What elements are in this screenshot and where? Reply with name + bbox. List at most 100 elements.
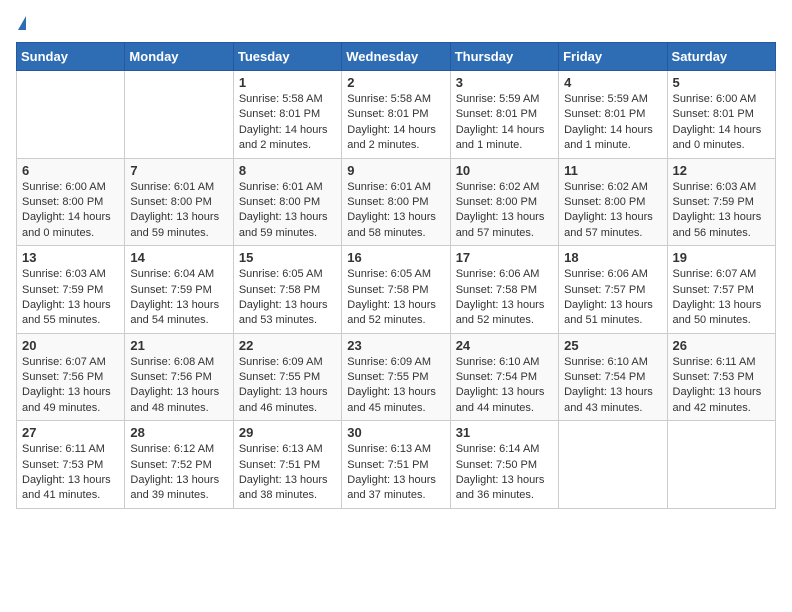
calendar-day-cell: 6Sunrise: 6:00 AM Sunset: 8:00 PM Daylig… bbox=[17, 158, 125, 246]
day-info: Sunrise: 5:58 AM Sunset: 8:01 PM Dayligh… bbox=[347, 92, 444, 154]
day-number: 3 bbox=[456, 75, 553, 90]
day-info: Sunrise: 6:02 AM Sunset: 8:00 PM Dayligh… bbox=[456, 180, 553, 242]
day-info: Sunrise: 6:06 AM Sunset: 7:58 PM Dayligh… bbox=[456, 267, 553, 329]
day-number: 10 bbox=[456, 163, 553, 178]
weekday-header: Monday bbox=[125, 43, 233, 71]
calendar-day-cell: 13 Sunrise: 6:03 AM Sunset: 7:59 PM Dayli… bbox=[17, 246, 125, 334]
day-info: Sunrise: 6:13 AM Sunset: 7:51 PM Dayligh… bbox=[239, 442, 336, 504]
logo bbox=[16, 16, 26, 30]
calendar-day-cell: 30 Sunrise: 6:13 AM Sunset: 7:51 PM Dayli… bbox=[342, 421, 450, 509]
calendar-day-cell: 18 Sunrise: 6:06 AM Sunset: 7:57 PM Dayli… bbox=[559, 246, 667, 334]
day-info: Sunrise: 6:07 AM Sunset: 7:56 PM Dayligh… bbox=[22, 355, 119, 417]
calendar-day-cell: 5 Sunrise: 6:00 AM Sunset: 8:01 PM Daylig… bbox=[667, 71, 775, 159]
calendar-day-cell: 22 Sunrise: 6:09 AM Sunset: 7:55 PM Dayli… bbox=[233, 333, 341, 421]
day-number: 17 bbox=[456, 250, 553, 265]
calendar-day-cell: 24 Sunrise: 6:10 AM Sunset: 7:54 PM Dayli… bbox=[450, 333, 558, 421]
calendar-day-cell: 2 Sunrise: 5:58 AM Sunset: 8:01 PM Daylig… bbox=[342, 71, 450, 159]
day-info: Sunrise: 6:01 AM Sunset: 8:00 PM Dayligh… bbox=[347, 180, 444, 242]
calendar-day-cell: 4Sunrise: 5:59 AM Sunset: 8:01 PM Daylig… bbox=[559, 71, 667, 159]
day-info: Sunrise: 6:08 AM Sunset: 7:56 PM Dayligh… bbox=[130, 355, 227, 417]
day-info: Sunrise: 6:04 AM Sunset: 7:59 PM Dayligh… bbox=[130, 267, 227, 329]
calendar-header-row: SundayMondayTuesdayWednesdayThursdayFrid… bbox=[17, 43, 776, 71]
day-number: 22 bbox=[239, 338, 336, 353]
calendar-day-cell: 8Sunrise: 6:01 AM Sunset: 8:00 PM Daylig… bbox=[233, 158, 341, 246]
day-info: Sunrise: 6:00 AM Sunset: 8:01 PM Dayligh… bbox=[673, 92, 770, 154]
day-info: Sunrise: 6:00 AM Sunset: 8:00 PM Dayligh… bbox=[22, 180, 119, 242]
calendar-day-cell: 10 Sunrise: 6:02 AM Sunset: 8:00 PM Dayli… bbox=[450, 158, 558, 246]
calendar-day-cell: 25Sunrise: 6:10 AM Sunset: 7:54 PM Dayli… bbox=[559, 333, 667, 421]
day-info: Sunrise: 6:01 AM Sunset: 8:00 PM Dayligh… bbox=[239, 180, 336, 242]
day-info: Sunrise: 6:05 AM Sunset: 7:58 PM Dayligh… bbox=[239, 267, 336, 329]
day-info: Sunrise: 6:10 AM Sunset: 7:54 PM Dayligh… bbox=[456, 355, 553, 417]
day-info: Sunrise: 6:12 AM Sunset: 7:52 PM Dayligh… bbox=[130, 442, 227, 504]
weekday-header: Friday bbox=[559, 43, 667, 71]
day-info: Sunrise: 6:06 AM Sunset: 7:57 PM Dayligh… bbox=[564, 267, 661, 329]
calendar-week-row: 27Sunrise: 6:11 AM Sunset: 7:53 PM Dayli… bbox=[17, 421, 776, 509]
day-number: 16 bbox=[347, 250, 444, 265]
calendar-day-cell: 3 Sunrise: 5:59 AM Sunset: 8:01 PM Daylig… bbox=[450, 71, 558, 159]
day-info: Sunrise: 6:03 AM Sunset: 7:59 PM Dayligh… bbox=[673, 180, 770, 242]
calendar-day-cell bbox=[667, 421, 775, 509]
calendar-day-cell bbox=[559, 421, 667, 509]
calendar-day-cell: 14Sunrise: 6:04 AM Sunset: 7:59 PM Dayli… bbox=[125, 246, 233, 334]
calendar-day-cell: 1 Sunrise: 5:58 AM Sunset: 8:01 PM Daylig… bbox=[233, 71, 341, 159]
day-info: Sunrise: 6:11 AM Sunset: 7:53 PM Dayligh… bbox=[673, 355, 770, 417]
day-number: 13 bbox=[22, 250, 119, 265]
day-number: 5 bbox=[673, 75, 770, 90]
calendar-day-cell: 17 Sunrise: 6:06 AM Sunset: 7:58 PM Dayli… bbox=[450, 246, 558, 334]
calendar-day-cell: 21 Sunrise: 6:08 AM Sunset: 7:56 PM Dayli… bbox=[125, 333, 233, 421]
calendar-day-cell: 7 Sunrise: 6:01 AM Sunset: 8:00 PM Daylig… bbox=[125, 158, 233, 246]
day-number: 27 bbox=[22, 425, 119, 440]
calendar-day-cell bbox=[125, 71, 233, 159]
calendar-day-cell: 19 Sunrise: 6:07 AM Sunset: 7:57 PM Dayli… bbox=[667, 246, 775, 334]
day-number: 2 bbox=[347, 75, 444, 90]
day-number: 19 bbox=[673, 250, 770, 265]
day-info: Sunrise: 6:07 AM Sunset: 7:57 PM Dayligh… bbox=[673, 267, 770, 329]
day-info: Sunrise: 5:59 AM Sunset: 8:01 PM Dayligh… bbox=[564, 92, 661, 154]
day-number: 23 bbox=[347, 338, 444, 353]
day-number: 21 bbox=[130, 338, 227, 353]
calendar-day-cell: 12 Sunrise: 6:03 AM Sunset: 7:59 PM Dayli… bbox=[667, 158, 775, 246]
page-header bbox=[16, 16, 776, 30]
day-info: Sunrise: 6:03 AM Sunset: 7:59 PM Dayligh… bbox=[22, 267, 119, 329]
day-number: 9 bbox=[347, 163, 444, 178]
day-number: 30 bbox=[347, 425, 444, 440]
day-number: 26 bbox=[673, 338, 770, 353]
weekday-header: Saturday bbox=[667, 43, 775, 71]
day-number: 20 bbox=[22, 338, 119, 353]
weekday-header: Wednesday bbox=[342, 43, 450, 71]
day-info: Sunrise: 6:13 AM Sunset: 7:51 PM Dayligh… bbox=[347, 442, 444, 504]
day-info: Sunrise: 6:09 AM Sunset: 7:55 PM Dayligh… bbox=[239, 355, 336, 417]
day-info: Sunrise: 5:59 AM Sunset: 8:01 PM Dayligh… bbox=[456, 92, 553, 154]
day-number: 7 bbox=[130, 163, 227, 178]
day-info: Sunrise: 6:05 AM Sunset: 7:58 PM Dayligh… bbox=[347, 267, 444, 329]
calendar-day-cell: 15 Sunrise: 6:05 AM Sunset: 7:58 PM Dayli… bbox=[233, 246, 341, 334]
day-info: Sunrise: 6:01 AM Sunset: 8:00 PM Dayligh… bbox=[130, 180, 227, 242]
calendar-day-cell: 31 Sunrise: 6:14 AM Sunset: 7:50 PM Dayli… bbox=[450, 421, 558, 509]
calendar-week-row: 6Sunrise: 6:00 AM Sunset: 8:00 PM Daylig… bbox=[17, 158, 776, 246]
day-number: 29 bbox=[239, 425, 336, 440]
calendar-week-row: 13 Sunrise: 6:03 AM Sunset: 7:59 PM Dayli… bbox=[17, 246, 776, 334]
calendar-week-row: 20 Sunrise: 6:07 AM Sunset: 7:56 PM Dayli… bbox=[17, 333, 776, 421]
day-number: 12 bbox=[673, 163, 770, 178]
day-info: Sunrise: 6:14 AM Sunset: 7:50 PM Dayligh… bbox=[456, 442, 553, 504]
calendar-day-cell: 29 Sunrise: 6:13 AM Sunset: 7:51 PM Dayli… bbox=[233, 421, 341, 509]
calendar-table: SundayMondayTuesdayWednesdayThursdayFrid… bbox=[16, 42, 776, 509]
calendar-day-cell: 28Sunrise: 6:12 AM Sunset: 7:52 PM Dayli… bbox=[125, 421, 233, 509]
day-number: 18 bbox=[564, 250, 661, 265]
day-number: 24 bbox=[456, 338, 553, 353]
calendar-day-cell: 16 Sunrise: 6:05 AM Sunset: 7:58 PM Dayli… bbox=[342, 246, 450, 334]
day-number: 15 bbox=[239, 250, 336, 265]
calendar-day-cell: 20 Sunrise: 6:07 AM Sunset: 7:56 PM Dayli… bbox=[17, 333, 125, 421]
day-info: Sunrise: 6:02 AM Sunset: 8:00 PM Dayligh… bbox=[564, 180, 661, 242]
weekday-header: Thursday bbox=[450, 43, 558, 71]
day-number: 31 bbox=[456, 425, 553, 440]
calendar-week-row: 1 Sunrise: 5:58 AM Sunset: 8:01 PM Daylig… bbox=[17, 71, 776, 159]
day-info: Sunrise: 6:10 AM Sunset: 7:54 PM Dayligh… bbox=[564, 355, 661, 417]
day-number: 1 bbox=[239, 75, 336, 90]
calendar-day-cell bbox=[17, 71, 125, 159]
logo-triangle-icon bbox=[18, 16, 26, 30]
calendar-day-cell: 9 Sunrise: 6:01 AM Sunset: 8:00 PM Daylig… bbox=[342, 158, 450, 246]
day-info: Sunrise: 5:58 AM Sunset: 8:01 PM Dayligh… bbox=[239, 92, 336, 154]
day-info: Sunrise: 6:09 AM Sunset: 7:55 PM Dayligh… bbox=[347, 355, 444, 417]
